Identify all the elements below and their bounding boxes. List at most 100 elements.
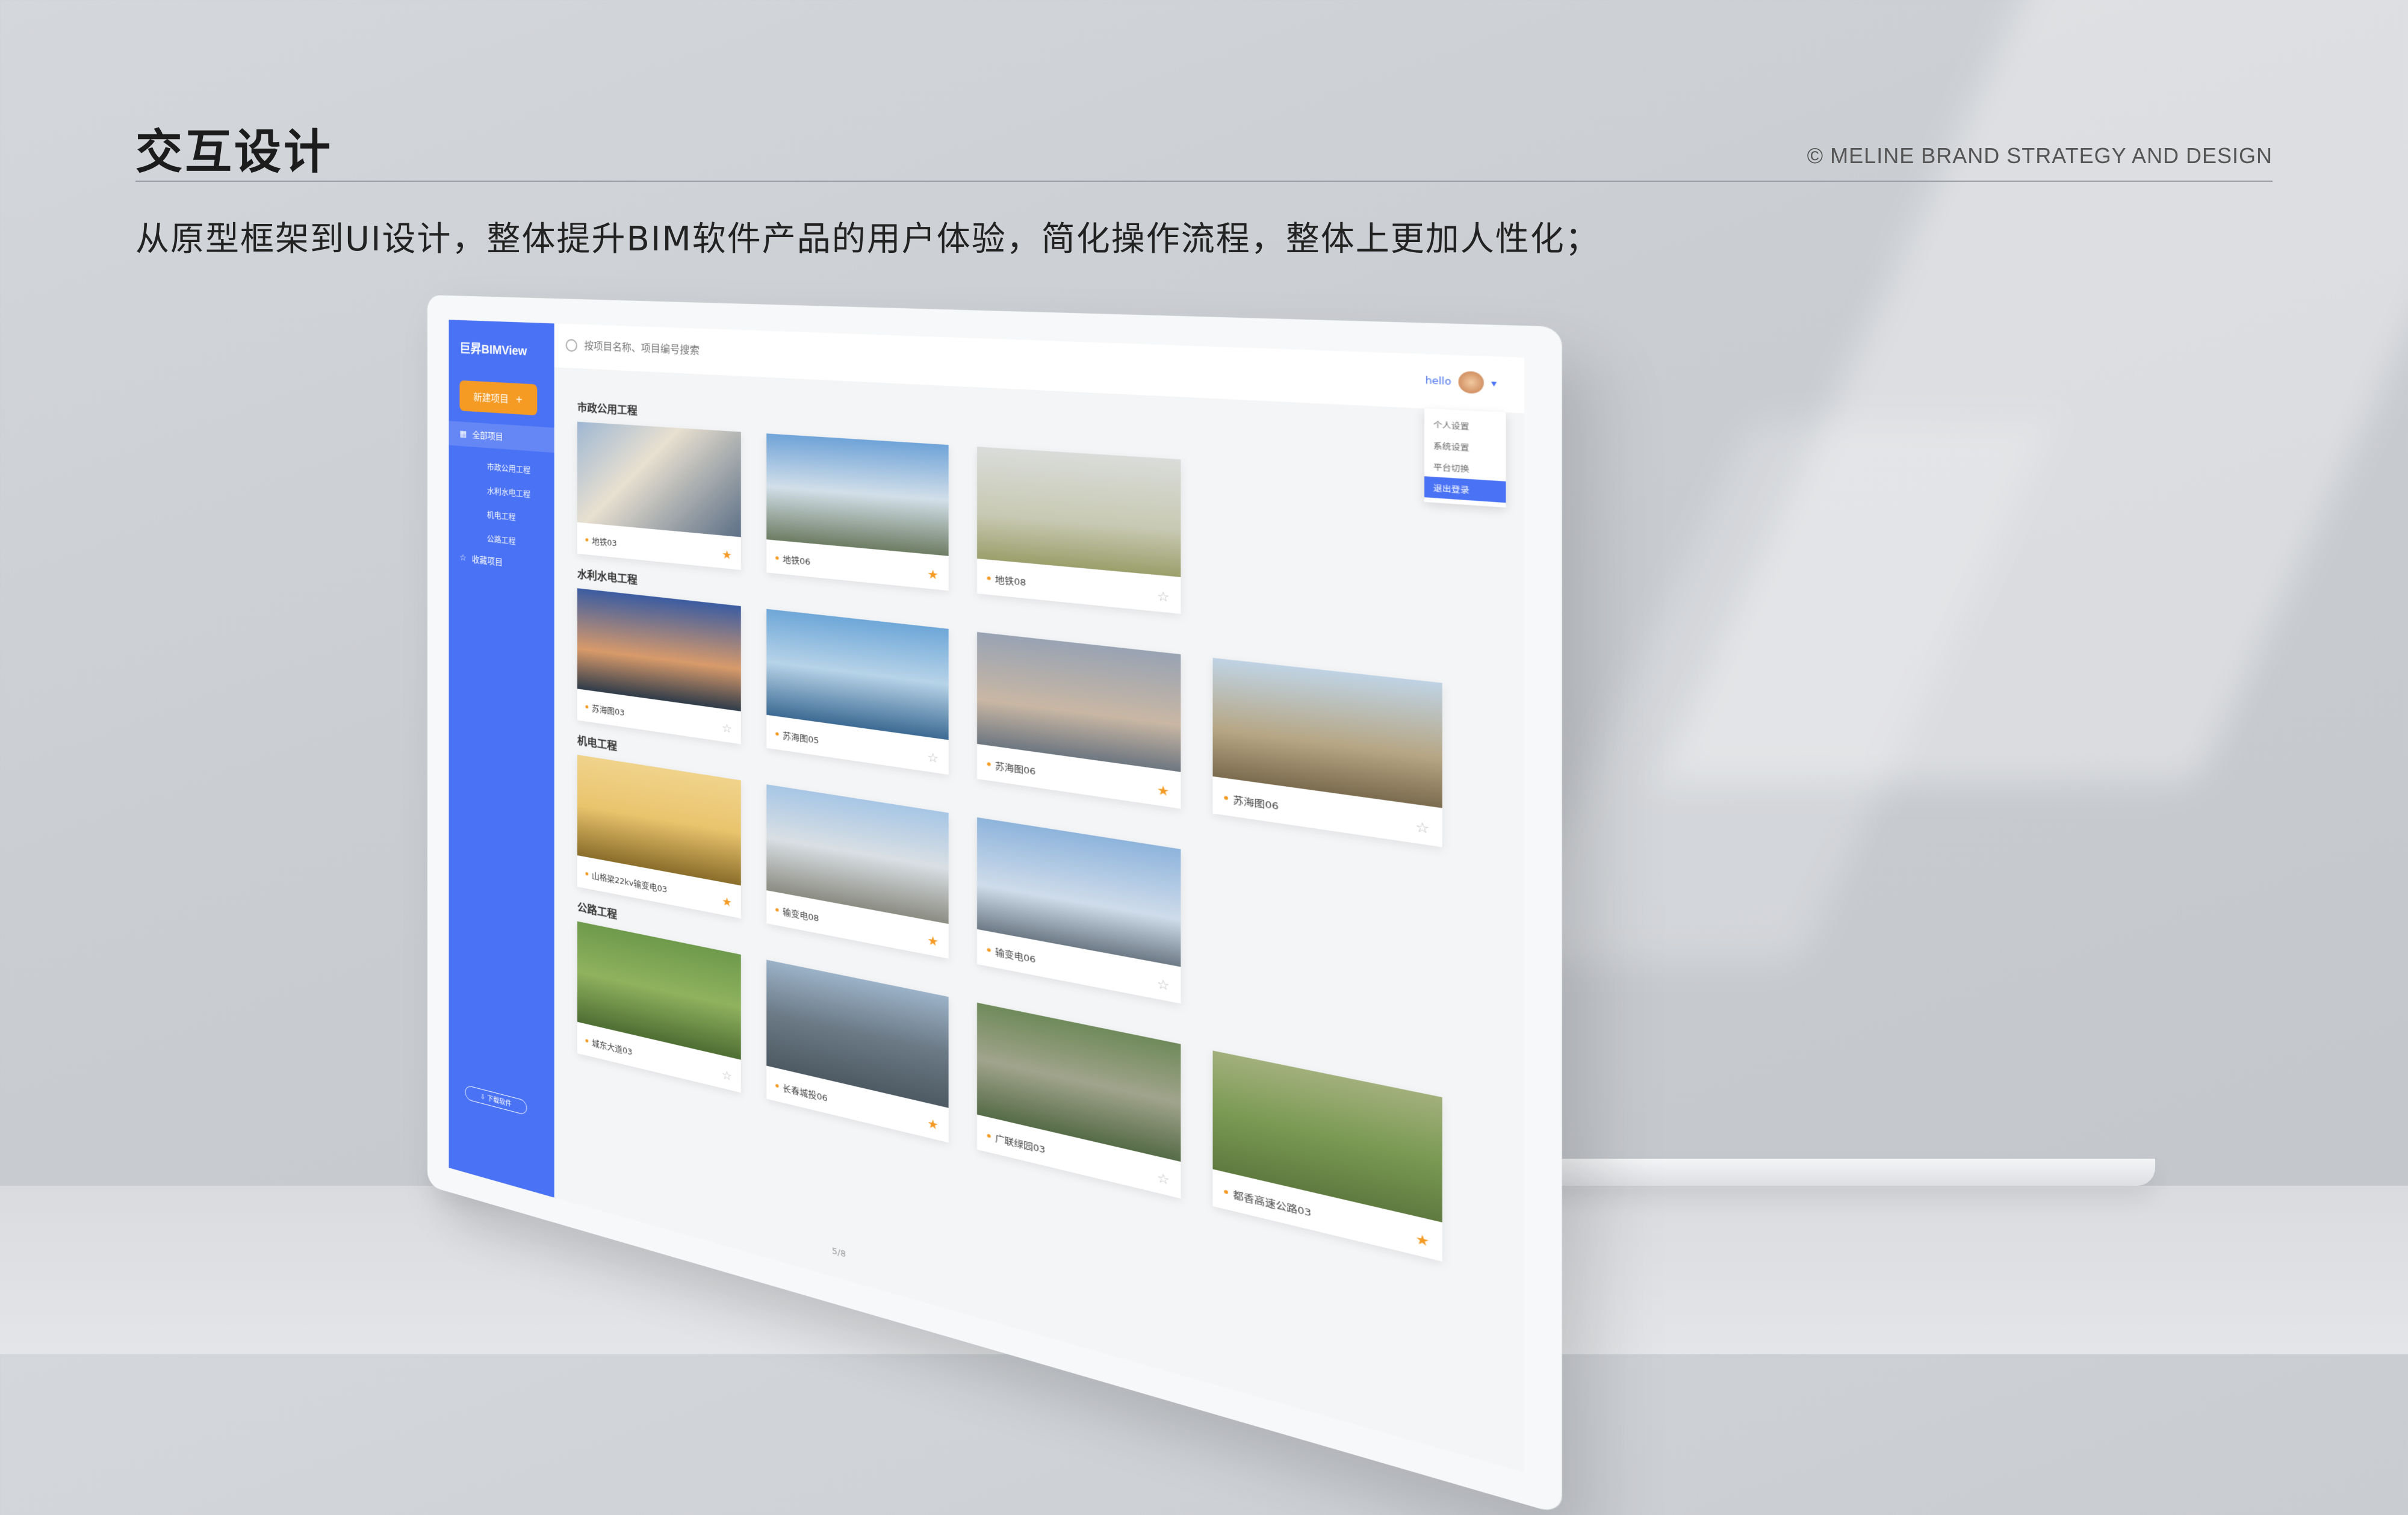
status-dot [987,1133,991,1138]
sidebar-item-favorites[interactable]: ☆ 收藏项目 [459,551,554,574]
project-name: 山格梁22kv输变电03 [592,871,668,896]
project-name: 苏海图06 [995,761,1036,778]
search-icon [565,339,577,352]
star-icon[interactable]: ☆ [1415,819,1430,838]
star-icon[interactable]: ☆ [722,721,732,736]
project-caption: 输变电08 [775,903,819,925]
project-caption: 苏海图06 [1224,790,1279,813]
project-card[interactable]: 苏海图06 ☆ [1212,657,1442,847]
download-label: 下载软件 [487,1094,512,1109]
status-dot [585,705,589,709]
sidebar-item-highway[interactable]: 公路工程 [487,531,554,550]
star-icon[interactable]: ☆ [1157,976,1170,994]
user-menu[interactable]: hello ▾ [1425,370,1497,394]
project-name: 地铁06 [783,554,811,568]
project-name: 苏海图05 [783,731,819,746]
project-name: 苏海图06 [1233,795,1279,813]
project-thumbnail [976,817,1181,967]
copyright-text: © MELINE BRAND STRATEGY AND DESIGN [1807,143,2273,168]
project-thumbnail [766,609,949,740]
project-card[interactable]: 长春城投06 ★ [766,959,949,1143]
project-card[interactable]: 输变电06 ☆ [976,817,1181,1004]
star-icon[interactable]: ★ [1415,1231,1430,1251]
project-name: 广联绿园03 [995,1133,1046,1156]
project-caption: 城东大道03 [585,1035,632,1058]
project-name: 地铁08 [995,575,1026,589]
project-thumbnail [766,433,949,556]
new-project-button[interactable]: 新建项目 + [459,380,538,416]
sidebar-item-label: 全部项目 [472,430,503,442]
project-thumbnail [976,447,1181,577]
star-icon[interactable]: ☆ [927,750,939,766]
slide-subtitle: 从原型框架到UI设计，整体提升BIM软件产品的用户体验，简化操作流程，整体上更加… [135,220,1600,259]
sidebar: 巨昇BIMView 新建项目 + ▦ 全部项目 市政公用工程 水利水电工程 机电… [448,320,554,1198]
status-dot [775,732,779,736]
star-icon[interactable]: ☆ [1157,589,1170,606]
status-dot [987,947,991,952]
star-icon[interactable]: ★ [927,567,939,583]
star-icon[interactable]: ★ [722,548,732,562]
status-dot [987,762,991,766]
app-logo: 巨昇BIMView [459,338,554,360]
project-card[interactable]: 苏海图05 ☆ [766,609,949,775]
project-card[interactable]: 广联绿园03 ☆ [976,1002,1181,1199]
chevron-down-icon: ▾ [1491,377,1497,389]
sidebar-item-electromech[interactable]: 机电工程 [487,508,554,526]
divider [135,181,2273,182]
project-thumbnail [766,784,949,925]
plus-icon: + [515,392,523,405]
project-card[interactable]: 苏海图03 ☆ [577,588,741,745]
project-card[interactable]: 地铁06 ★ [766,433,949,591]
sidebar-item-water[interactable]: 水利水电工程 [487,484,554,501]
laptop: 巨昇BIMView 新建项目 + ▦ 全部项目 市政公用工程 水利水电工程 机电… [427,295,1562,1515]
star-icon[interactable]: ★ [722,894,732,910]
project-caption: 输变电06 [987,943,1035,965]
project-card[interactable]: 地铁08 ☆ [976,447,1181,614]
star-icon[interactable]: ☆ [722,1068,732,1084]
search-input[interactable] [583,336,903,370]
project-name: 输变电08 [783,907,819,925]
project-thumbnail [1212,657,1442,808]
slide-title: 交互设计 [135,125,334,179]
project-card[interactable]: 山格梁22kv输变电03 ★ [577,754,741,919]
project-card[interactable]: 苏海图06 ★ [976,632,1181,809]
project-caption: 广联绿园03 [987,1129,1046,1156]
new-project-label: 新建项目 [473,391,509,405]
status-dot [775,908,779,912]
project-caption: 长春城投06 [775,1079,828,1104]
status-dot [1224,1189,1229,1195]
project-caption: 都香高速公路03 [1224,1185,1311,1219]
project-thumbnail [976,632,1181,772]
project-card[interactable]: 输变电08 ★ [766,784,949,959]
user-name: hello [1425,375,1451,388]
project-name: 长春城投06 [783,1083,828,1104]
project-caption: 地铁06 [775,551,810,568]
project-card[interactable]: 城东大道03 ☆ [577,921,741,1093]
project-thumbnail [577,754,741,886]
project-name: 城东大道03 [592,1038,633,1058]
project-thumbnail [577,421,741,538]
status-dot [775,556,779,560]
project-card[interactable]: 都香高速公路03 ★ [1212,1050,1442,1262]
status-dot [585,538,589,542]
status-dot [1224,796,1229,801]
project-card[interactable]: 地铁03 ★ [577,421,741,570]
project-name: 地铁03 [592,536,617,549]
sidebar-item-all-projects[interactable]: ▦ 全部项目 [448,421,554,453]
download-button[interactable]: ⇩ 下载软件 [465,1085,527,1116]
status-dot [585,1038,589,1043]
sidebar-item-municipal[interactable]: 市政公用工程 [487,460,554,477]
star-icon[interactable]: ★ [927,933,939,950]
project-caption: 苏海图03 [585,701,624,718]
project-caption: 苏海图05 [775,727,819,746]
star-icon: ☆ [459,553,467,563]
sidebar-item-label: 收藏项目 [471,554,503,568]
project-caption: 地铁03 [585,534,617,549]
grid-icon: ▦ [459,429,467,439]
star-icon[interactable]: ★ [927,1116,939,1133]
status-dot [987,576,991,580]
star-icon[interactable]: ★ [1157,782,1170,800]
project-caption: 苏海图06 [987,757,1036,778]
project-thumbnail [577,588,741,711]
star-icon[interactable]: ☆ [1157,1170,1170,1189]
